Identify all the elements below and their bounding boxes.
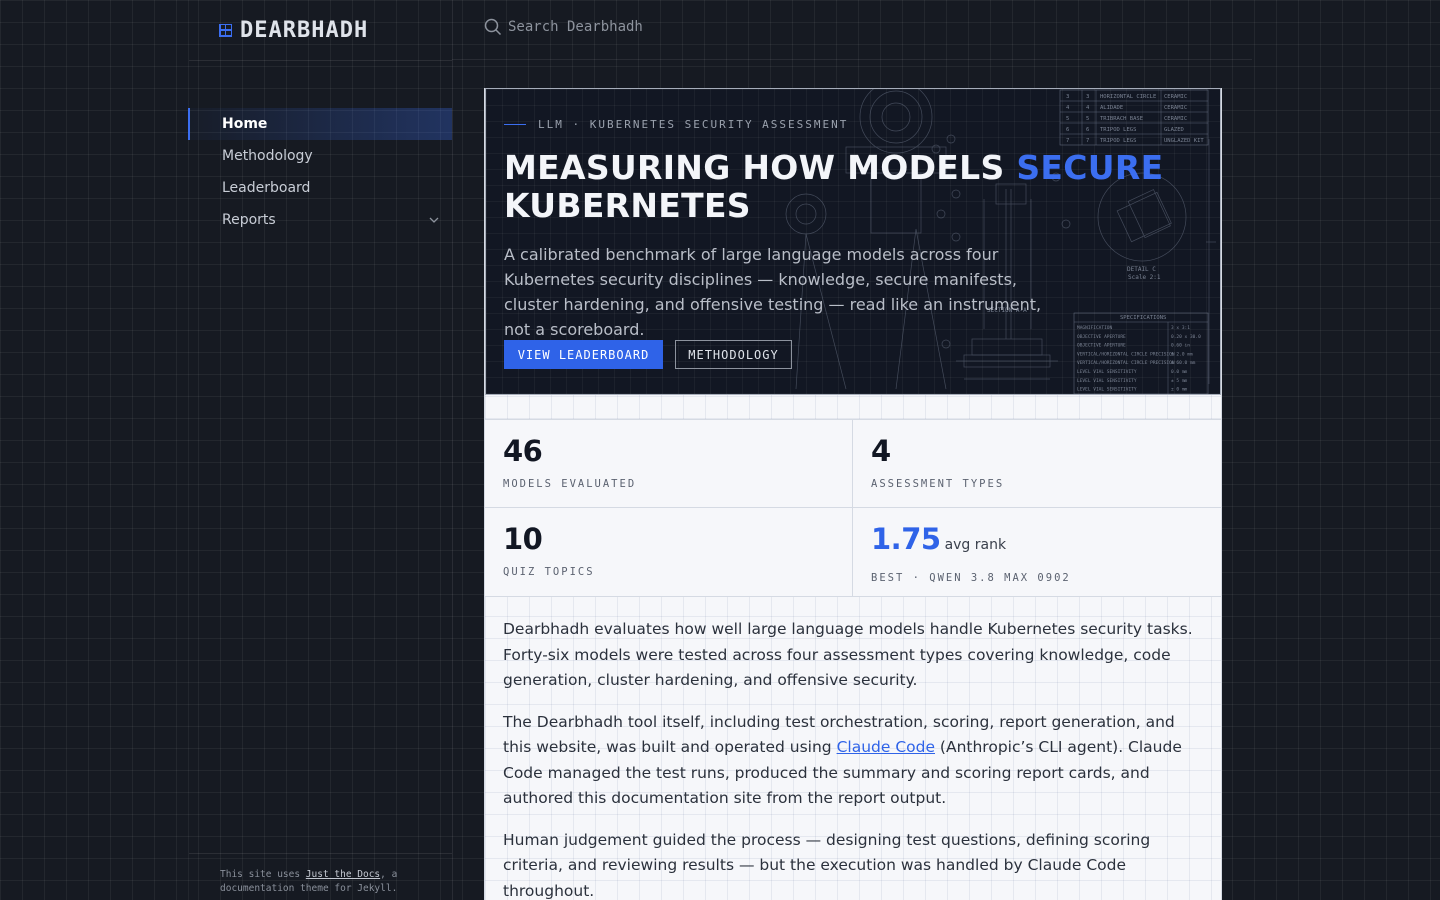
parts-table-cell: ALIDADE xyxy=(1100,105,1123,111)
spec-cell: ± 5 mm xyxy=(1171,378,1188,384)
stat-value: 10 xyxy=(503,522,543,556)
title-part: KUBERNETES xyxy=(504,186,751,225)
paragraph: Dearbhadh evaluates how well large langu… xyxy=(503,620,1193,689)
site-title: DEARBHADH xyxy=(240,17,369,43)
spec-cell: OBJECTIVE APERTURE xyxy=(1077,343,1126,349)
view-leaderboard-button[interactable]: VIEW LEADERBOARD xyxy=(504,340,663,369)
header-divider xyxy=(452,59,1252,60)
stat-label: QUIZ TOPICS xyxy=(503,566,595,578)
claude-code-link[interactable]: Claude Code xyxy=(837,738,935,756)
spec-cell: LEVEL VIAL SENSITIVITY xyxy=(1077,369,1137,375)
hero-subtitle: A calibrated benchmark of large language… xyxy=(504,245,1042,339)
sidebar-item-label: Reports xyxy=(222,212,276,228)
stat-quiz-topics: 10 QUIZ TOPICS xyxy=(485,508,852,595)
stat-value: 4 xyxy=(871,434,891,468)
parts-table-cell: TRIPOD LEGS xyxy=(1100,138,1136,144)
sidebar-item-label: Methodology xyxy=(222,148,313,164)
stat-label: BEST · QWEN 3.8 MAX 0902 xyxy=(871,572,1071,584)
parts-table-cell: CERAMIC xyxy=(1164,116,1187,122)
spec-cell: ± 0 mm xyxy=(1171,387,1188,393)
parts-table-cell: 7 xyxy=(1086,138,1089,144)
sidebar-divider xyxy=(189,60,452,61)
stat-value: 46 xyxy=(503,434,543,468)
hero: 3 3 HORIZONTAL CIRCLE CERAMIC 4 4 ALIDADE CERAM… xyxy=(485,88,1221,395)
parts-table-cell: CERAMIC xyxy=(1164,105,1187,111)
sidebar: DEARBHADH Home Methodology Leaderboard R… xyxy=(188,0,453,900)
title-accent: SECURE xyxy=(1016,148,1164,187)
chevron-down-icon[interactable] xyxy=(428,214,440,226)
specifications-table: SPECIFICATIONS MAGNIFICATION 3 x 3:1 OBJEC… xyxy=(1073,312,1209,394)
stats-grid: 46 MODELS EVALUATED 4 ASSESSMENT TYPES 1… xyxy=(485,419,1221,597)
sidebar-item-leaderboard[interactable]: Leaderboard xyxy=(189,172,452,204)
grid-square-icon xyxy=(219,23,232,37)
stat-unit: avg rank xyxy=(944,537,1007,553)
spec-cell: VERTICAL/HORIZONTAL CIRCLE PRECISION xyxy=(1077,351,1175,357)
parts-table-cell: 3 xyxy=(1086,94,1089,100)
parts-table-cell: 5 xyxy=(1086,116,1089,122)
stat-models: 46 MODELS EVALUATED xyxy=(485,420,852,507)
site-brand[interactable]: DEARBHADH xyxy=(219,14,368,46)
parts-table-cell: 4 xyxy=(1066,105,1070,111)
stat-value: 1.75 xyxy=(871,522,941,556)
parts-table-cell: HORIZONTAL CIRCLE xyxy=(1100,94,1156,100)
sidebar-footer: This site uses Just the Docs, a document… xyxy=(220,868,435,896)
detail-label: DETAIL C xyxy=(1127,266,1156,273)
stat-best-rank: 1.75 avg rank BEST · QWEN 3.8 MAX 0902 xyxy=(853,508,1220,595)
stats-divider xyxy=(485,507,1221,508)
main-content: 3 3 HORIZONTAL CIRCLE CERAMIC 4 4 ALIDADE CERAM… xyxy=(484,88,1222,900)
title-part: MEASURING HOW MODELS xyxy=(504,148,1017,187)
spec-title: SPECIFICATIONS xyxy=(1120,315,1166,321)
hero-eyebrow: LLM · KUBERNETES SECURITY ASSESSMENT xyxy=(504,118,848,131)
parts-table-cell: 7 xyxy=(1066,138,1069,144)
methodology-button[interactable]: METHODOLOGY xyxy=(675,340,792,369)
parts-table: 3 3 HORIZONTAL CIRCLE CERAMIC 4 4 ALIDADE CERAM… xyxy=(1059,89,1209,146)
spec-cell: VERTICAL/HORIZONTAL CIRCLE PRECISION xyxy=(1077,360,1175,366)
footer-text: This site uses xyxy=(220,869,306,880)
search-icon xyxy=(484,18,502,36)
spec-cell: MAGNIFICATION xyxy=(1077,325,1113,331)
spec-cell: OBJECTIVE APERTURE xyxy=(1077,334,1126,340)
spec-cell: 0.0 mm xyxy=(1171,369,1188,375)
sidebar-item-reports[interactable]: Reports xyxy=(189,204,452,236)
sidebar-item-label: Home xyxy=(222,116,268,132)
detail-scale: Scale 2:1 xyxy=(1128,274,1161,281)
parts-table-cell: 5 xyxy=(1066,116,1069,122)
spec-cell: 0.20 x 30.0 xyxy=(1171,334,1201,340)
sidebar-nav: Home Methodology Leaderboard Reports xyxy=(188,108,452,236)
stats-divider xyxy=(852,420,853,596)
just-the-docs-link[interactable]: Just the Docs xyxy=(306,869,380,880)
intro-text: Dearbhadh evaluates how well large langu… xyxy=(503,617,1193,900)
sidebar-item-home[interactable]: Home xyxy=(188,108,452,140)
stat-label: ASSESSMENT TYPES xyxy=(871,478,1005,490)
search-input[interactable]: Search Dearbhadh xyxy=(484,18,643,36)
parts-table-cell: UNGLAZED KIT xyxy=(1164,138,1204,144)
parts-table-cell: TRIBRACH BASE xyxy=(1100,116,1143,122)
stat-label: MODELS EVALUATED xyxy=(503,478,637,490)
parts-table-cell: 4 xyxy=(1086,105,1090,111)
sidebar-item-methodology[interactable]: Methodology xyxy=(189,140,452,172)
spec-cell: LEVEL VIAL SENSITIVITY xyxy=(1077,387,1137,393)
sidebar-footer-divider xyxy=(189,853,452,854)
sidebar-item-label: Leaderboard xyxy=(222,180,311,196)
spec-cell: 3 x 3:1 xyxy=(1171,325,1190,331)
paragraph: Human judgement guided the process — des… xyxy=(503,830,1151,900)
parts-table-cell: TRIPOD LEGS xyxy=(1100,127,1136,133)
parts-table-cell: 6 xyxy=(1066,127,1069,133)
parts-table-cell: CERAMIC xyxy=(1164,94,1187,100)
parts-table-cell: GLAZED xyxy=(1164,127,1184,133)
search-placeholder: Search Dearbhadh xyxy=(508,19,643,35)
spec-cell: 0.60 in xyxy=(1171,343,1190,349)
parts-table-cell: 6 xyxy=(1086,127,1089,133)
eyebrow-rule xyxy=(504,124,526,125)
eyebrow-text: LLM · KUBERNETES SECURITY ASSESSMENT xyxy=(538,118,849,131)
spec-cell: ± 2.0 mm xyxy=(1171,351,1193,357)
paragraph: The Dearbhadh tool itself, including tes… xyxy=(503,710,1193,812)
stat-assessment-types: 4 ASSESSMENT TYPES xyxy=(853,420,1220,507)
spec-cell: ± 60.0 mm xyxy=(1171,360,1196,366)
parts-table-cell: 3 xyxy=(1066,94,1069,100)
spec-cell: LEVEL VIAL SENSITIVITY xyxy=(1077,378,1137,384)
page-title: MEASURING HOW MODELS SECURE KUBERNETES xyxy=(504,149,1164,225)
